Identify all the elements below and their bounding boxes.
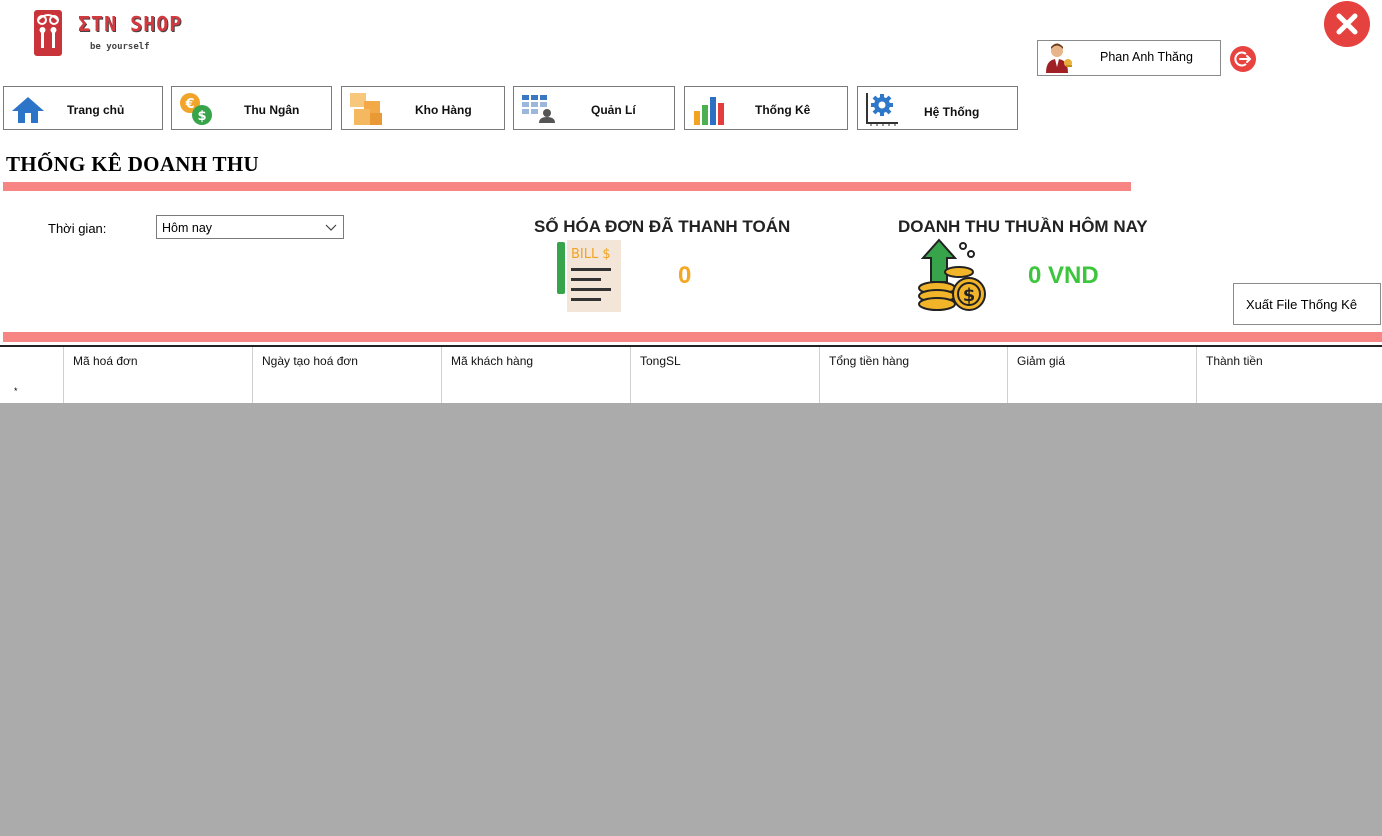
settings-icon — [866, 93, 898, 126]
export-statistics-button[interactable]: Xuất File Thống Kê — [1233, 283, 1381, 325]
column-header-invoice-id[interactable]: Mã hoá đơn — [64, 347, 253, 374]
new-row-marker: * — [14, 386, 18, 396]
bar-chart-icon — [694, 97, 724, 125]
bill-icon-text: BILL $ — [571, 247, 611, 262]
boxes-icon — [350, 93, 382, 125]
title-divider — [3, 182, 1131, 191]
logout-icon — [1234, 51, 1252, 67]
nav-management-label: Quản Lí — [591, 103, 636, 117]
logout-button[interactable] — [1230, 46, 1256, 72]
nav-home-button[interactable]: Trang chủ — [3, 86, 163, 130]
invoice-count-title: SỐ HÓA ĐƠN ĐÃ THANH TOÁN — [534, 217, 791, 236]
column-header-label: TongSL — [640, 354, 681, 368]
brand-name: ƩTN SHOP — [78, 12, 183, 36]
export-statistics-label: Xuất File Thống Kê — [1246, 297, 1358, 312]
nav-home-label: Trang chủ — [67, 103, 125, 117]
column-header-subtotal[interactable]: Tổng tiền hàng — [820, 347, 1008, 374]
column-header-label: Mã khách hàng — [451, 354, 534, 368]
column-header-total[interactable]: Thành tiền — [1197, 347, 1382, 374]
nav-warehouse-button[interactable]: Kho Hàng — [341, 86, 505, 130]
currency-exchange-icon: € $ — [180, 93, 212, 125]
logo-badge-icon — [34, 10, 62, 56]
revenue-value: 0 VND — [1028, 262, 1099, 289]
row-header-corner — [0, 347, 64, 374]
table-cell[interactable] — [1197, 374, 1382, 403]
column-header-label: Thành tiền — [1206, 354, 1263, 368]
table-cell[interactable] — [820, 374, 1008, 403]
invoice-data-grid[interactable]: Mã hoá đơn Ngày tạo hoá đơn Mã khách hàn… — [0, 345, 1382, 836]
invoice-count-value: 0 — [678, 262, 692, 289]
table-cell[interactable] — [64, 374, 253, 403]
svg-text:$: $ — [197, 109, 206, 124]
table-cell[interactable] — [631, 374, 820, 403]
nav-statistics-label: Thống Kê — [755, 103, 811, 117]
nav-system-button[interactable]: Hệ Thống — [857, 86, 1018, 130]
svg-text:€: € — [184, 97, 194, 112]
row-header-cell[interactable]: * — [0, 374, 64, 403]
grid-header-row: Mã hoá đơn Ngày tạo hoá đơn Mã khách hàn… — [0, 347, 1382, 375]
column-header-created-date[interactable]: Ngày tạo hoá đơn — [253, 347, 442, 374]
time-filter-label: Thời gian: — [48, 221, 107, 236]
revenue-coins-icon: $ — [918, 238, 986, 311]
column-header-label: Giảm giá — [1017, 354, 1066, 368]
brand-tagline: be yourself — [90, 42, 150, 52]
column-header-label: Ngày tạo hoá đơn — [262, 354, 358, 368]
page-title: THỐNG KÊ DOANH THU — [6, 152, 259, 176]
column-header-total-quantity[interactable]: TongSL — [631, 347, 820, 374]
table-cell[interactable] — [1008, 374, 1197, 403]
time-filter-value: Hôm nay — [162, 221, 213, 235]
column-header-customer-id[interactable]: Mã khách hàng — [442, 347, 631, 374]
time-filter-select[interactable]: Hôm nay — [156, 215, 344, 239]
revenue-title: DOANH THU THUẦN HÔM NAY — [898, 217, 1148, 236]
close-icon — [1336, 13, 1358, 35]
nav-cashier-label: Thu Ngân — [244, 103, 300, 117]
column-header-label: Tổng tiền hàng — [829, 354, 910, 368]
nav-management-button[interactable]: Quản Lí — [513, 86, 675, 130]
column-header-label: Mã hoá đơn — [73, 354, 138, 368]
close-button[interactable] — [1324, 1, 1370, 47]
nav-statistics-button[interactable]: Thống Kê — [684, 86, 848, 130]
chevron-down-icon — [325, 224, 337, 231]
grid-divider — [3, 332, 1382, 342]
table-row-new[interactable]: * — [0, 374, 1382, 403]
user-avatar-icon — [1046, 43, 1072, 73]
app-logo: ƩTN SHOP be yourself — [34, 10, 224, 58]
bill-icon: BILL $ — [557, 240, 621, 312]
nav-warehouse-label: Kho Hàng — [415, 103, 472, 117]
svg-text:$: $ — [963, 285, 976, 306]
column-header-discount[interactable]: Giảm giá — [1008, 347, 1197, 374]
table-cell[interactable] — [442, 374, 631, 403]
table-cell[interactable] — [253, 374, 442, 403]
nav-system-label: Hệ Thống — [924, 105, 980, 119]
home-icon — [12, 97, 44, 123]
user-profile[interactable]: Phan Anh Thăng — [1037, 40, 1221, 76]
user-name: Phan Anh Thăng — [1100, 50, 1193, 64]
user-management-icon — [522, 95, 555, 123]
nav-cashier-button[interactable]: € $ Thu Ngân — [171, 86, 332, 130]
